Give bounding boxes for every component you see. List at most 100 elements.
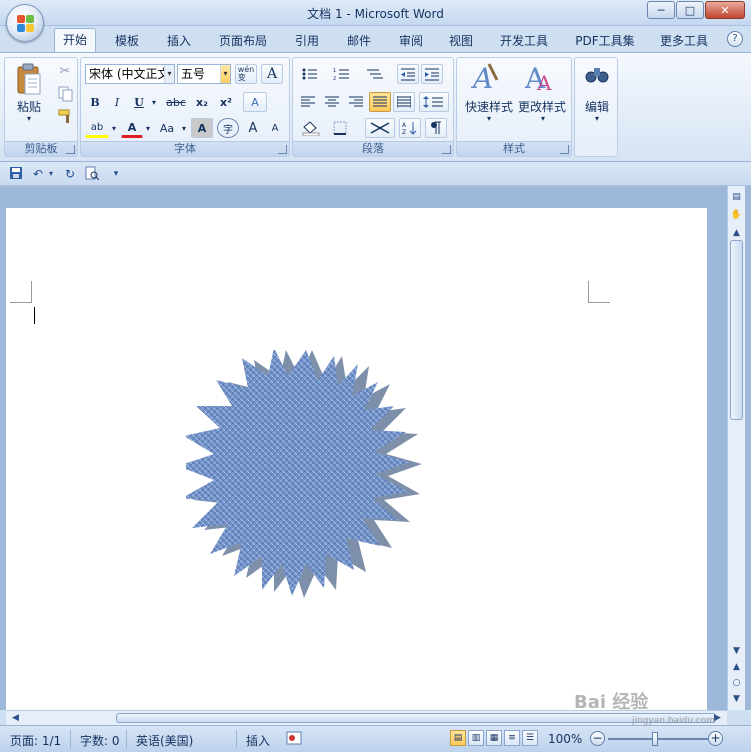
office-button[interactable] <box>6 4 44 42</box>
tab-view[interactable]: 视图 <box>440 32 482 52</box>
paragraph-launcher[interactable] <box>442 145 451 154</box>
document-page[interactable] <box>6 208 707 710</box>
styles-launcher[interactable] <box>560 145 569 154</box>
vertical-scrollbar[interactable]: ▤ ✋ ▲ ▼ ▲ ○ ▼ <box>727 186 745 710</box>
line-spacing-button[interactable] <box>419 92 449 112</box>
redo-icon[interactable]: ↻ <box>62 166 78 182</box>
ruler-toggle-icon[interactable]: ▤ <box>729 190 744 205</box>
zoom-out-icon[interactable]: − <box>590 731 605 746</box>
hand-icon[interactable]: ✋ <box>729 208 744 223</box>
change-styles-icon[interactable]: AA <box>523 60 557 95</box>
change-styles-dropdown-icon[interactable]: ▾ <box>537 114 549 123</box>
word-count[interactable]: 字数: 0 <box>80 732 120 749</box>
sort-button[interactable]: AZ <box>399 118 421 138</box>
quick-styles-button[interactable]: 快速样式 <box>463 98 515 115</box>
change-case-button[interactable]: Aa <box>155 118 179 138</box>
brush-icon[interactable] <box>57 108 73 124</box>
styles-icon[interactable]: A <box>470 60 503 95</box>
horizontal-scroll-thumb[interactable] <box>116 713 716 723</box>
increase-indent-button[interactable] <box>421 64 443 84</box>
distribute-button[interactable] <box>393 92 415 112</box>
decrease-indent-button[interactable] <box>397 64 419 84</box>
tab-mailings[interactable]: 邮件 <box>338 32 380 52</box>
show-marks-button[interactable] <box>425 118 447 138</box>
customize-qat-icon[interactable]: ▾ <box>108 166 124 182</box>
shading-button[interactable] <box>297 118 327 138</box>
tab-insert[interactable]: 插入 <box>158 32 200 52</box>
underline-button[interactable]: U <box>129 92 149 112</box>
phonetic-guide-button[interactable]: wén 变 <box>235 64 257 84</box>
quick-styles-dropdown-icon[interactable]: ▾ <box>483 114 495 123</box>
font-name-select[interactable]: 宋体 (中文正文 ▾ <box>85 64 175 84</box>
strikethrough-button[interactable]: abc <box>163 92 189 112</box>
close-button[interactable]: ✕ <box>705 1 745 19</box>
page-count[interactable]: 页面: 1/1 <box>10 732 61 749</box>
borders-button[interactable] <box>329 118 359 138</box>
tab-home[interactable]: 开始 <box>54 28 96 52</box>
highlight-button[interactable]: ab <box>85 118 109 138</box>
copy-icon[interactable] <box>57 86 73 102</box>
outline-view-icon[interactable]: ≡ <box>504 730 520 746</box>
scissors-icon[interactable]: ✂ <box>57 64 73 80</box>
superscript-button[interactable]: x² <box>215 92 237 112</box>
highlight-dropdown-icon[interactable]: ▾ <box>109 118 119 138</box>
scroll-down-icon[interactable]: ▼ <box>729 644 744 659</box>
bold-button[interactable]: B <box>85 92 105 112</box>
font-size-dropdown-icon[interactable]: ▾ <box>220 65 230 83</box>
draft-view-icon[interactable]: ☰ <box>522 730 538 746</box>
change-case-dropdown-icon[interactable]: ▾ <box>179 118 189 138</box>
vertical-scroll-thumb[interactable] <box>730 240 743 420</box>
select-browse-object-icon[interactable]: ○ <box>729 676 744 691</box>
tab-references[interactable]: 引用 <box>286 32 328 52</box>
shrink-font-button[interactable]: A <box>265 118 285 138</box>
minimize-button[interactable]: ─ <box>647 1 675 19</box>
editing-dropdown-icon[interactable]: ▾ <box>591 114 603 123</box>
zoom-level[interactable]: 100% <box>548 732 582 746</box>
subscript-button[interactable]: x₂ <box>191 92 213 112</box>
tab-developer[interactable]: 开发工具 <box>492 32 556 52</box>
align-center-button[interactable] <box>321 92 343 112</box>
next-page-icon[interactable]: ▼ <box>729 692 744 707</box>
zoom-in-icon[interactable]: + <box>708 731 723 746</box>
underline-dropdown-icon[interactable]: ▾ <box>149 92 159 112</box>
clipboard-icon[interactable] <box>15 62 43 100</box>
chinese-layout-button[interactable] <box>365 118 395 138</box>
undo-dropdown-icon[interactable]: ▾ <box>46 166 56 182</box>
clear-formatting-button[interactable]: A <box>243 92 267 112</box>
editing-button[interactable]: 编辑 <box>577 98 617 115</box>
paste-button[interactable]: 粘贴 <box>13 98 45 115</box>
char-shading-button[interactable]: A <box>191 118 213 138</box>
help-icon[interactable]: ? <box>727 31 743 47</box>
justify-button[interactable] <box>369 92 391 112</box>
language-indicator[interactable]: 英语(美国) <box>136 732 193 749</box>
font-size-select[interactable]: 五号 ▾ <box>177 64 231 84</box>
font-name-dropdown-icon[interactable]: ▾ <box>164 65 174 83</box>
macro-record-icon[interactable] <box>286 730 302 746</box>
zoom-slider-thumb[interactable] <box>652 732 658 746</box>
previous-page-icon[interactable]: ▲ <box>729 660 744 675</box>
align-left-button[interactable] <box>297 92 319 112</box>
char-border-button[interactable]: A <box>261 64 283 84</box>
paste-dropdown-icon[interactable]: ▾ <box>23 114 35 123</box>
save-icon[interactable] <box>8 166 24 182</box>
italic-button[interactable]: I <box>107 92 127 112</box>
tab-review[interactable]: 审阅 <box>390 32 432 52</box>
multilevel-list-button[interactable] <box>361 64 391 84</box>
scroll-left-icon[interactable]: ◀ <box>8 711 23 726</box>
tab-more-tools[interactable]: 更多工具 <box>652 32 716 52</box>
insert-mode[interactable]: 插入 <box>246 732 270 749</box>
scroll-up-icon[interactable]: ▲ <box>729 226 744 241</box>
font-color-dropdown-icon[interactable]: ▾ <box>143 118 153 138</box>
font-color-button[interactable]: A <box>121 118 143 138</box>
tab-pdf-tools[interactable]: PDF工具集 <box>568 32 642 52</box>
align-right-button[interactable] <box>345 92 367 112</box>
bullets-button[interactable] <box>297 64 327 84</box>
starburst-shape[interactable] <box>186 350 426 600</box>
numbering-button[interactable]: 12 <box>329 64 359 84</box>
tab-page-layout[interactable]: 页面布局 <box>212 32 274 52</box>
enclose-char-button[interactable]: 字 <box>217 118 239 138</box>
grow-font-button[interactable]: A <box>243 118 263 138</box>
change-styles-button[interactable]: 更改样式 <box>515 98 569 115</box>
tab-templates[interactable]: 模板 <box>106 32 148 52</box>
zoom-slider[interactable] <box>608 738 708 740</box>
